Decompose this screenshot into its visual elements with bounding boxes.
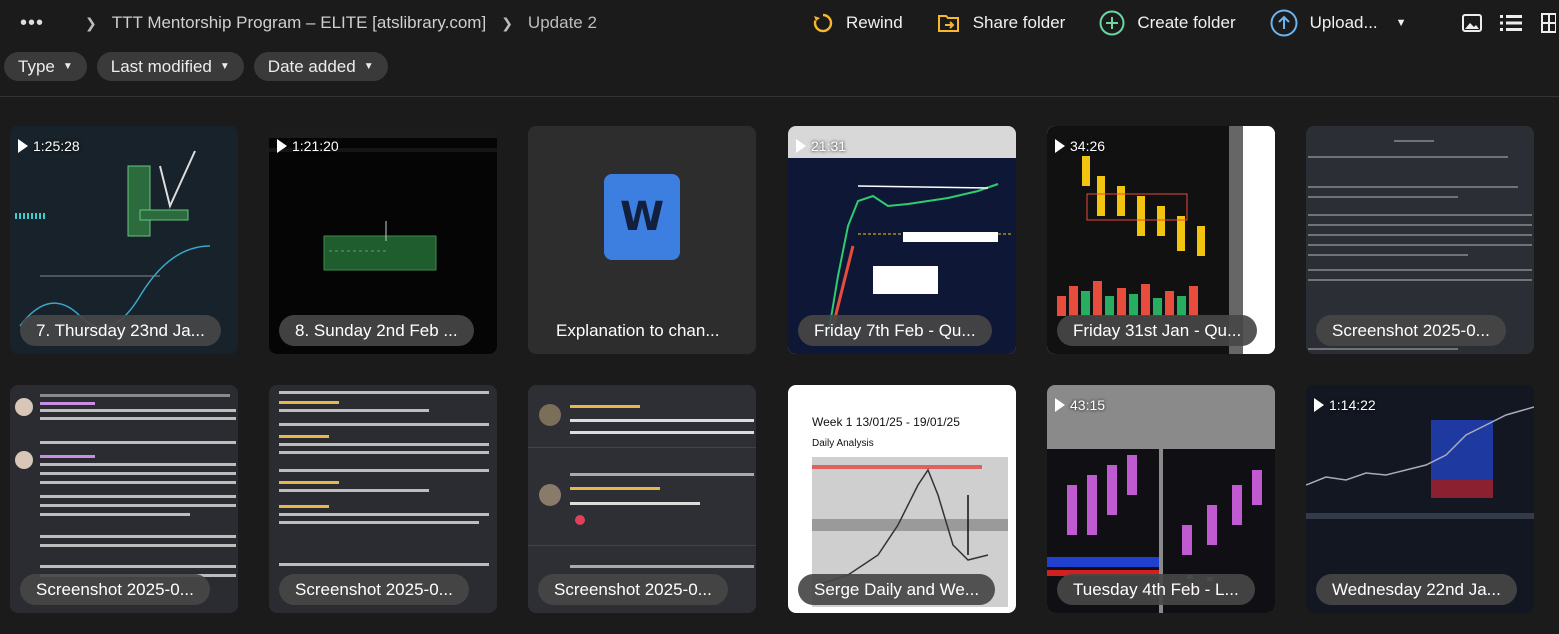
file-name: Explanation to chan... xyxy=(556,320,720,340)
file-name: Tuesday 4th Feb - L... xyxy=(1057,574,1255,605)
rewind-icon xyxy=(813,13,833,33)
chevron-right-icon: ❯ xyxy=(501,14,513,31)
share-folder-button[interactable]: Share folder xyxy=(937,12,1066,34)
last-modified-filter-chip[interactable]: Last modified ▼ xyxy=(96,52,244,81)
breadcrumb: ••• ❯ TTT Mentorship Program – ELITE [at… xyxy=(20,0,597,46)
file-name: Screenshot 2025-0... xyxy=(1316,315,1506,346)
rewind-label: Rewind xyxy=(846,13,903,32)
breadcrumb-item-update[interactable]: Update 2 xyxy=(528,13,597,33)
file-tile[interactable]: Screenshot 2025-0... xyxy=(1306,126,1534,354)
upload-button[interactable]: Upload... ▼ xyxy=(1270,9,1407,37)
file-name: Wednesday 22nd Ja... xyxy=(1316,574,1517,605)
word-document-icon: W xyxy=(604,174,680,260)
last-modified-filter-label: Last modified xyxy=(110,56,212,76)
play-icon xyxy=(1055,398,1065,412)
video-duration: 1:14:22 xyxy=(1314,397,1376,413)
date-added-filter-chip[interactable]: Date added ▼ xyxy=(253,52,388,81)
toolbar-actions: Rewind Share folder Create folder Upload… xyxy=(812,0,1407,46)
share-folder-icon xyxy=(937,15,959,32)
play-icon xyxy=(18,139,28,153)
file-tile[interactable]: 34:26 Friday 31st Jan - Qu... xyxy=(1047,126,1275,354)
file-name: Friday 31st Jan - Qu... xyxy=(1057,315,1258,346)
rewind-button[interactable]: Rewind xyxy=(812,12,903,34)
chevron-down-icon: ▼ xyxy=(363,61,374,72)
play-icon xyxy=(277,139,287,153)
type-filter-chip[interactable]: Type ▼ xyxy=(4,52,87,81)
top-bar: ••• ❯ TTT Mentorship Program – ELITE [at… xyxy=(0,0,1559,46)
play-icon xyxy=(796,139,806,153)
divider xyxy=(0,96,1559,97)
file-tile[interactable]: Screenshot 2025-0... xyxy=(269,385,497,613)
date-added-filter-label: Date added xyxy=(267,56,356,76)
more-breadcrumb-button[interactable]: ••• xyxy=(20,12,44,35)
file-name: 7. Thursday 23nd Ja... xyxy=(20,315,221,346)
chevron-down-icon[interactable]: ▼ xyxy=(1396,17,1407,29)
file-tile[interactable]: Screenshot 2025-0... xyxy=(528,385,756,613)
video-duration: 43:15 xyxy=(1055,397,1105,413)
chevron-right-icon: ❯ xyxy=(85,14,97,31)
file-name: Screenshot 2025-0... xyxy=(538,574,728,605)
breadcrumb-item-program[interactable]: TTT Mentorship Program – ELITE [atslibra… xyxy=(112,13,486,33)
video-duration: 1:21:20 xyxy=(277,138,339,154)
plus-circle-icon xyxy=(1099,10,1125,36)
duration-text: 21:31 xyxy=(811,138,847,154)
share-folder-label: Share folder xyxy=(972,13,1066,32)
file-name: 8. Sunday 2nd Feb ... xyxy=(279,315,474,346)
duration-text: 1:14:22 xyxy=(1329,397,1376,413)
duration-text: 43:15 xyxy=(1070,397,1106,413)
video-duration: 34:26 xyxy=(1055,138,1105,154)
video-duration: 21:31 xyxy=(796,138,846,154)
list-icon[interactable] xyxy=(1500,14,1522,37)
file-tile[interactable]: Week 1 13/01/25 - 19/01/25 Daily Analysi… xyxy=(788,385,1016,613)
duration-text: 34:26 xyxy=(1070,138,1106,154)
create-folder-button[interactable]: Create folder xyxy=(1099,10,1236,36)
file-name: Friday 7th Feb - Qu... xyxy=(798,315,992,346)
chevron-down-icon: ▼ xyxy=(62,61,73,72)
filter-bar: Type ▼ Last modified ▼ Date added ▼ xyxy=(4,52,398,81)
file-tile[interactable]: 21:31 Friday 7th Feb - Qu... xyxy=(788,126,1016,354)
play-icon xyxy=(1055,139,1065,153)
play-icon xyxy=(1314,398,1324,412)
view-switcher xyxy=(1462,12,1559,39)
file-tile[interactable]: 1:14:22 Wednesday 22nd Ja... xyxy=(1306,385,1534,613)
upload-label: Upload... xyxy=(1309,13,1378,32)
file-tile[interactable]: W Explanation to chan... xyxy=(528,126,756,354)
file-tile[interactable]: 1:25:28 7. Thursday 23nd Ja... xyxy=(10,126,238,354)
grid-icon[interactable] xyxy=(1540,12,1557,39)
duration-text: 1:25:28 xyxy=(33,138,80,154)
file-name: Serge Daily and We... xyxy=(798,574,996,605)
duration-text: 1:21:20 xyxy=(292,138,339,154)
file-tile[interactable]: 1:21:20 8. Sunday 2nd Feb ... xyxy=(269,126,497,354)
file-tile[interactable]: Screenshot 2025-0... xyxy=(10,385,238,613)
video-duration: 1:25:28 xyxy=(18,138,80,154)
chevron-down-icon: ▼ xyxy=(219,61,230,72)
file-tile[interactable]: 43:15 Tuesday 4th Feb - L... xyxy=(1047,385,1275,613)
image-icon[interactable] xyxy=(1462,14,1482,37)
file-name: Screenshot 2025-0... xyxy=(20,574,210,605)
create-folder-label: Create folder xyxy=(1137,13,1236,32)
upload-icon xyxy=(1270,9,1298,37)
type-filter-label: Type xyxy=(18,56,55,76)
file-name: Screenshot 2025-0... xyxy=(279,574,469,605)
